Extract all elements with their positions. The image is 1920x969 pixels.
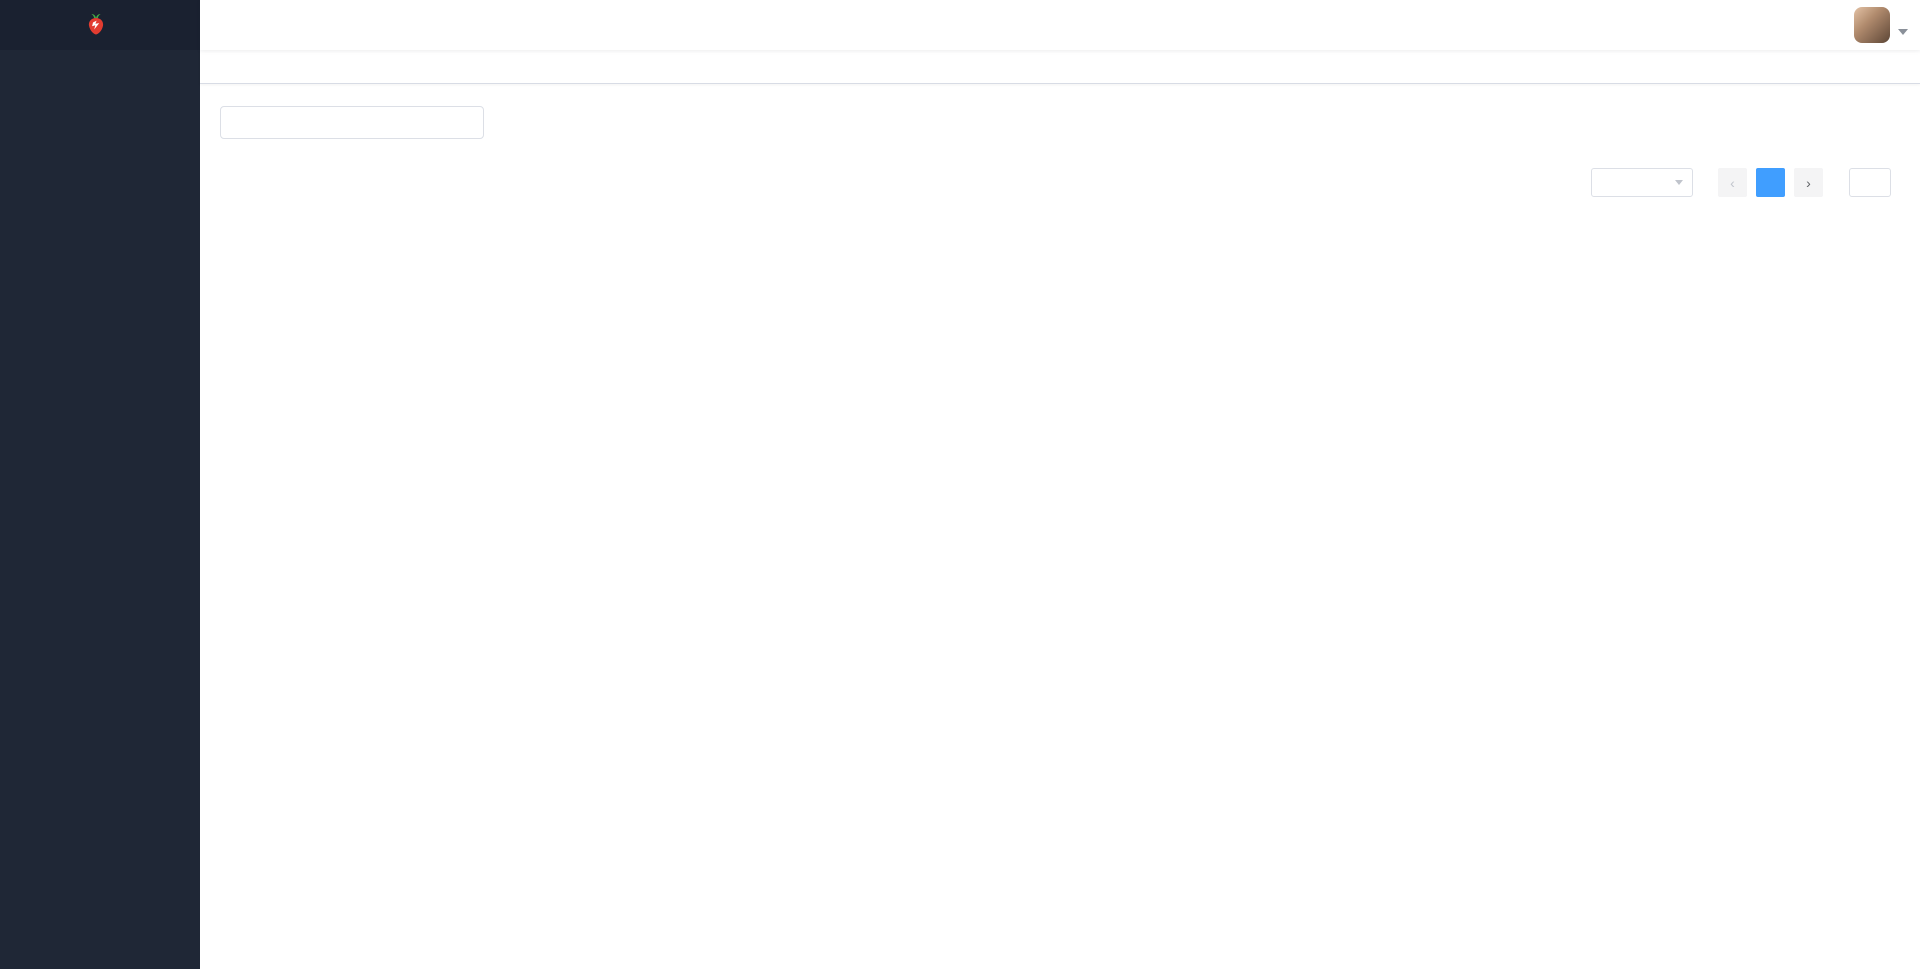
category-search — [220, 106, 484, 139]
sidebar — [0, 0, 200, 969]
table-panel: ‹ › — [506, 106, 1900, 949]
prev-page-button[interactable]: ‹ — [1718, 168, 1747, 197]
app-root: ‹ › — [0, 0, 1920, 969]
hamburger-icon[interactable] — [200, 0, 250, 50]
avatar[interactable] — [1854, 7, 1890, 43]
category-search-input[interactable] — [220, 106, 484, 139]
tabs-bar — [200, 50, 1920, 84]
goto-page-input[interactable] — [1849, 168, 1891, 197]
navbar-actions — [1842, 7, 1908, 43]
page-content: ‹ › — [200, 84, 1920, 969]
next-page-button[interactable]: › — [1794, 168, 1823, 197]
main-column: ‹ › — [200, 0, 1920, 969]
sidebar-menu — [0, 50, 200, 969]
logo-icon — [82, 11, 110, 39]
page-size-select[interactable] — [1591, 168, 1693, 197]
category-panel — [220, 106, 484, 949]
page-1-button[interactable] — [1756, 168, 1785, 197]
chevron-down-icon[interactable] — [1898, 29, 1908, 35]
pagination: ‹ › — [506, 168, 1900, 197]
app-logo[interactable] — [0, 0, 200, 50]
chevron-down-icon — [1675, 180, 1683, 185]
top-navbar — [200, 0, 1920, 50]
search-icon — [230, 115, 244, 129]
